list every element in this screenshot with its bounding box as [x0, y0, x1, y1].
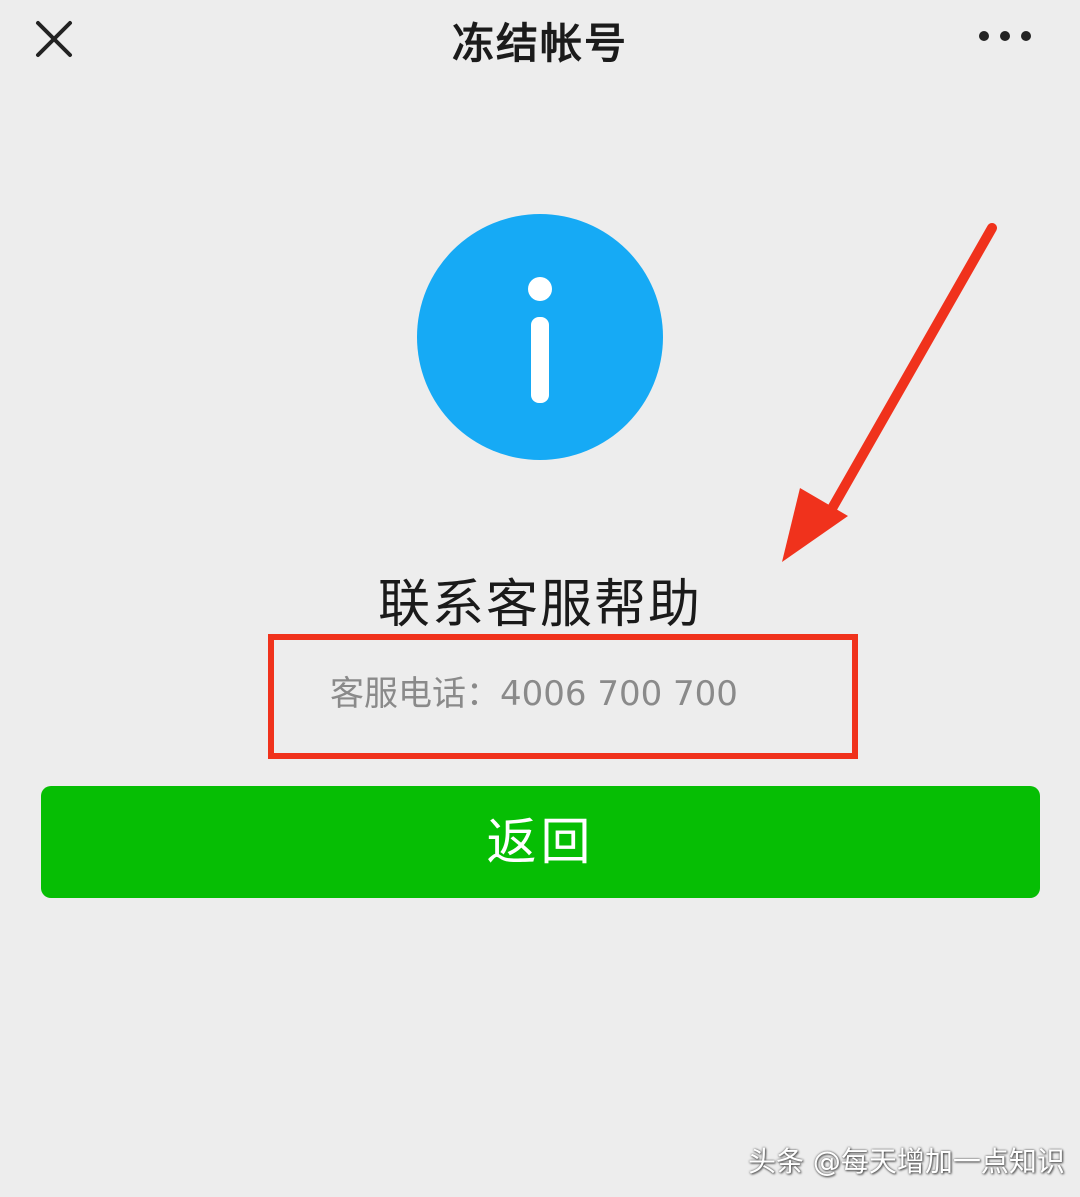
customer-service-phone[interactable]: 客服电话：4006 700 700: [330, 666, 738, 715]
red-arrow-icon: [782, 223, 997, 562]
phone-label: 客服电话：: [330, 674, 500, 714]
page-title: 冻结帐号: [451, 19, 628, 68]
back-button[interactable]: 返回: [41, 786, 1040, 898]
more-horizontal-icon: [979, 31, 1031, 41]
help-headline: 联系客服帮助: [377, 575, 702, 635]
nav-bar: 冻结帐号: [0, 0, 1080, 80]
watermark: 头条 @每天增加一点知识: [748, 1145, 1065, 1178]
info-icon: [417, 214, 663, 460]
phone-number: 4006 700 700: [500, 674, 738, 714]
more-options-button[interactable]: [970, 18, 1040, 54]
